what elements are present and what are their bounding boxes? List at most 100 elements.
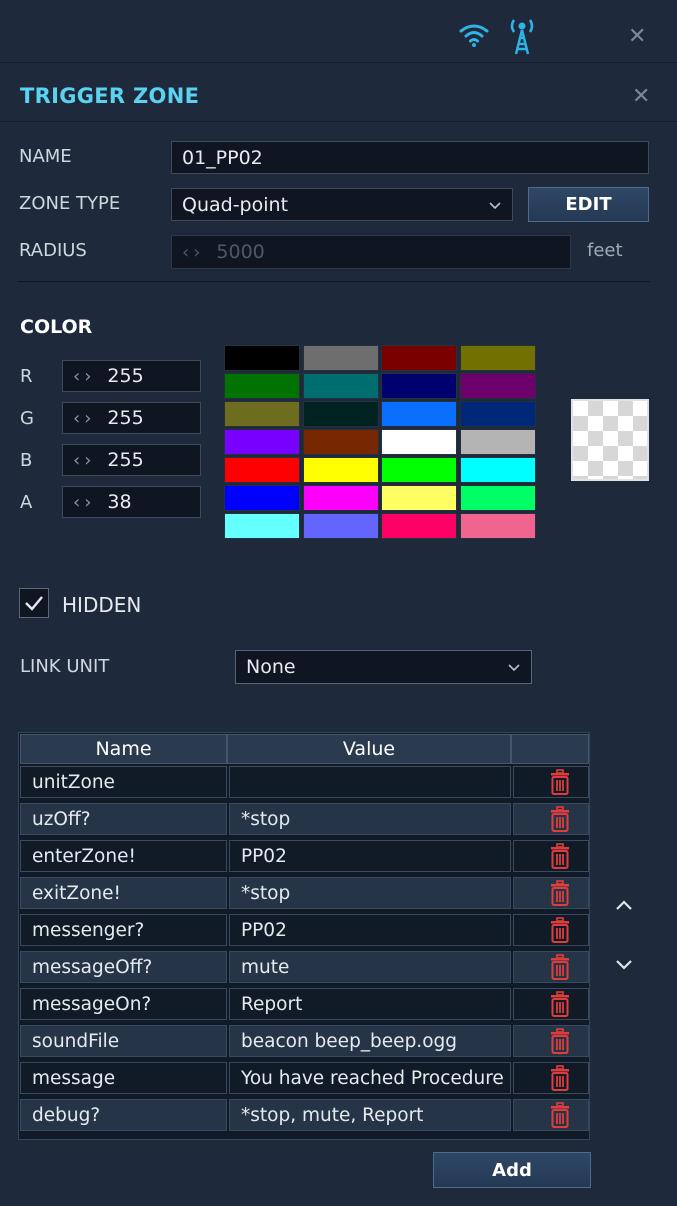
table-cell-value[interactable]	[229, 766, 511, 798]
table-cell-value[interactable]: mute	[229, 951, 511, 983]
trash-icon[interactable]	[549, 1102, 571, 1128]
link-unit-select[interactable]: None	[235, 650, 532, 684]
color-swatch[interactable]	[381, 345, 457, 371]
channel-stepper[interactable]: ‹› 255	[62, 402, 201, 434]
color-swatch[interactable]	[224, 429, 300, 455]
radius-unit: feet	[587, 240, 623, 261]
color-swatch[interactable]	[224, 457, 300, 483]
name-value: 01_PP02	[182, 146, 263, 169]
color-swatch[interactable]	[459, 485, 536, 511]
channel-stepper[interactable]: ‹› 38	[62, 486, 201, 518]
color-swatch[interactable]	[302, 345, 379, 371]
color-swatch[interactable]	[381, 485, 457, 511]
stepper-icon[interactable]: ‹›	[73, 492, 95, 513]
table-cell-name[interactable]: messageOn?	[20, 988, 227, 1020]
table-cell-name[interactable]: message	[20, 1062, 227, 1094]
table-cell-value[interactable]: beacon beep_beep.ogg	[229, 1025, 511, 1057]
color-swatch[interactable]	[224, 513, 300, 539]
color-swatch[interactable]	[302, 485, 379, 511]
chevron-down-icon	[508, 664, 520, 672]
table-header-actions	[511, 734, 589, 764]
zone-type-select[interactable]: Quad-point	[171, 188, 513, 221]
color-swatch[interactable]	[459, 513, 536, 539]
header-name-label: Name	[95, 738, 152, 760]
color-swatch[interactable]	[459, 373, 536, 399]
stepper-icon[interactable]: ‹›	[73, 408, 95, 429]
table-cell-value[interactable]: PP02	[229, 914, 511, 946]
table-cell-value[interactable]: You have reached Procedure	[229, 1062, 511, 1094]
color-swatch[interactable]	[459, 457, 536, 483]
link-unit-label: LINK UNIT	[20, 656, 110, 677]
channel-stepper[interactable]: ‹› 255	[62, 444, 201, 476]
color-swatch[interactable]	[459, 345, 536, 371]
color-swatch[interactable]	[224, 401, 300, 427]
color-swatch[interactable]	[302, 513, 379, 539]
table-cell-name[interactable]: uzOff?	[20, 803, 227, 835]
trash-icon[interactable]	[549, 806, 571, 832]
add-button[interactable]: Add	[433, 1152, 591, 1188]
table-cell-value[interactable]: PP02	[229, 840, 511, 872]
trash-icon[interactable]	[549, 769, 571, 795]
divider	[0, 62, 677, 63]
channel-stepper[interactable]: ‹› 255	[62, 360, 201, 392]
close-icon[interactable]: ✕	[628, 26, 646, 48]
color-swatch[interactable]	[302, 457, 379, 483]
table-cell-name[interactable]: debug?	[20, 1099, 227, 1131]
trash-icon[interactable]	[549, 917, 571, 943]
trash-icon[interactable]	[549, 991, 571, 1017]
color-swatch[interactable]	[302, 373, 379, 399]
trash-icon[interactable]	[549, 843, 571, 869]
table-cell-name[interactable]: messenger?	[20, 914, 227, 946]
checkmark-icon	[25, 596, 43, 611]
stepper-icon[interactable]: ‹›	[73, 366, 95, 387]
hidden-label: HIDDEN	[62, 593, 142, 617]
channel-label: G	[20, 408, 34, 429]
trash-icon[interactable]	[549, 1065, 571, 1091]
color-swatch[interactable]	[459, 429, 536, 455]
radius-value: 5000	[216, 241, 265, 263]
color-preview	[571, 399, 649, 481]
channel-label: B	[20, 450, 33, 471]
table-cell-value[interactable]: Report	[229, 988, 511, 1020]
wifi-icon	[459, 24, 489, 47]
table-header-name: Name	[20, 734, 227, 764]
color-swatch[interactable]	[381, 373, 457, 399]
zone-type-label: ZONE TYPE	[19, 193, 121, 214]
color-swatch[interactable]	[224, 485, 300, 511]
channel-label: A	[20, 492, 33, 513]
radio-tower-icon	[510, 19, 534, 55]
radius-label: RADIUS	[19, 240, 87, 261]
color-swatch[interactable]	[224, 373, 300, 399]
chevron-up-icon[interactable]	[615, 899, 633, 911]
name-field[interactable]: 01_PP02	[171, 141, 649, 174]
panel-title: TRIGGER ZONE	[20, 84, 200, 108]
color-swatch[interactable]	[459, 401, 536, 427]
color-swatch[interactable]	[302, 429, 379, 455]
trash-icon[interactable]	[549, 1028, 571, 1054]
color-swatch[interactable]	[381, 429, 457, 455]
panel-close-icon[interactable]: ✕	[632, 86, 650, 108]
table-cell-value[interactable]: *stop, mute, Report	[229, 1099, 511, 1131]
trash-icon[interactable]	[549, 954, 571, 980]
color-swatch[interactable]	[224, 345, 300, 371]
table-cell-name[interactable]: exitZone!	[20, 877, 227, 909]
edit-button[interactable]: EDIT	[528, 187, 649, 222]
channel-value: 38	[107, 491, 132, 513]
channel-value: 255	[107, 407, 144, 429]
table-cell-name[interactable]: soundFile	[20, 1025, 227, 1057]
hidden-checkbox[interactable]	[19, 588, 49, 618]
zone-type-value: Quad-point	[182, 193, 289, 216]
divider	[18, 281, 650, 282]
table-cell-value[interactable]: *stop	[229, 877, 511, 909]
color-swatch[interactable]	[381, 513, 457, 539]
trash-icon[interactable]	[549, 880, 571, 906]
table-cell-value[interactable]: *stop	[229, 803, 511, 835]
color-swatch[interactable]	[302, 401, 379, 427]
table-cell-name[interactable]: messageOff?	[20, 951, 227, 983]
color-swatch[interactable]	[381, 401, 457, 427]
table-cell-name[interactable]: enterZone!	[20, 840, 227, 872]
stepper-icon[interactable]: ‹›	[73, 450, 95, 471]
table-cell-name[interactable]: unitZone	[20, 766, 227, 798]
chevron-down-icon[interactable]	[615, 958, 633, 970]
color-swatch[interactable]	[381, 457, 457, 483]
